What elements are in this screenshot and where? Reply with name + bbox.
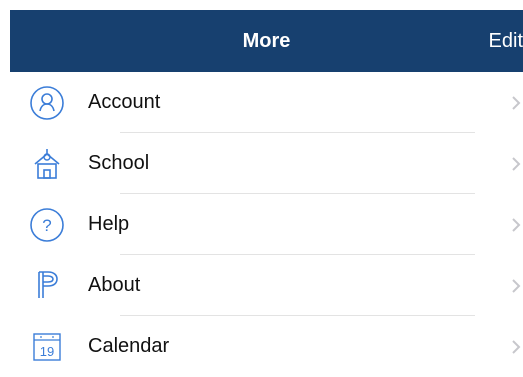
powerschool-logo-icon <box>28 267 66 305</box>
menu-item-label: Account <box>88 91 161 113</box>
menu-item-account[interactable]: Account <box>0 72 523 133</box>
chevron-right-icon <box>511 133 521 194</box>
menu-item-label: About <box>88 274 141 296</box>
menu-item-calendar[interactable]: 19 Calendar <box>0 316 523 377</box>
navigation-bar: More Edit <box>10 10 523 72</box>
chevron-right-icon <box>511 255 521 316</box>
calendar-day-number: 19 <box>40 344 54 359</box>
menu-item-label: School <box>88 152 150 174</box>
calendar-icon: 19 <box>28 328 66 366</box>
help-icon: ? <box>28 206 66 244</box>
account-icon <box>28 84 66 122</box>
page-title: More <box>242 29 291 52</box>
edit-button[interactable]: Edit <box>489 10 523 72</box>
chevron-right-icon <box>511 316 521 377</box>
school-icon <box>28 145 66 183</box>
menu-item-label: Help <box>88 213 130 235</box>
menu-item-school[interactable]: School <box>0 133 523 194</box>
svg-text:?: ? <box>42 216 51 235</box>
menu-item-label: Calendar <box>88 335 170 357</box>
chevron-right-icon <box>511 72 521 133</box>
chevron-right-icon <box>511 194 521 255</box>
more-menu-list: Account School ? Help About 19 Calendar <box>0 72 523 377</box>
menu-item-help[interactable]: ? Help <box>0 194 523 255</box>
menu-item-about[interactable]: About <box>0 255 523 316</box>
